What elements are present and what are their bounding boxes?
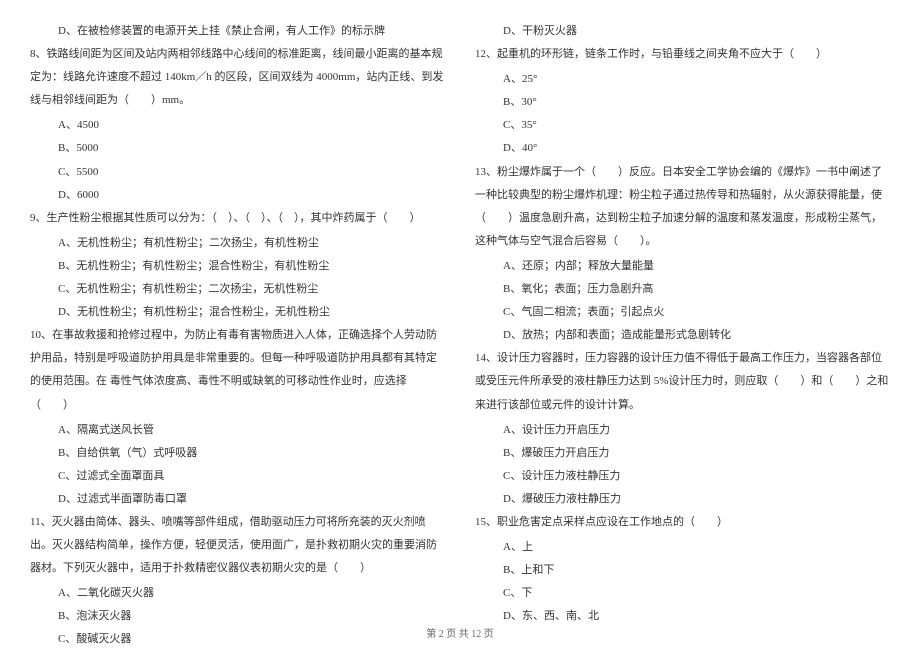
q8-option-d: D、6000 [30,184,445,207]
q11-option-a: A、二氧化碳灭火器 [30,582,445,605]
question-12: 12、起重机的环形链，链条工作时，与铅垂线之间夹角不应大于（ ） [475,43,890,66]
q10-option-a: A、隔离式送风长管 [30,419,445,442]
q15-option-b: B、上和下 [475,559,890,582]
q8-option-c: C、5500 [30,161,445,184]
question-13: 13、粉尘爆炸属于一个（ ）反应。日本安全工学协会编的《爆炸》一书中阐述了一种比… [475,161,890,253]
q8-option-a: A、4500 [30,114,445,137]
q9-option-b: B、无机性粉尘；有机性粉尘；混合性粉尘，有机性粉尘 [30,255,445,278]
right-column: D、干粉灭火器 12、起重机的环形链，链条工作时，与铅垂线之间夹角不应大于（ ）… [475,20,890,570]
question-9: 9、生产性粉尘根据其性质可以分为：（ ）、（ ）、（ ），其中炸药属于（ ） [30,207,445,230]
q12-option-d: D、40° [475,137,890,160]
q14-option-c: C、设计压力液柱静压力 [475,465,890,488]
q13-option-d: D、放热；内部和表面；造成能量形式急剧转化 [475,324,890,347]
q9-option-d: D、无机性粉尘；有机性粉尘；混合性粉尘，无机性粉尘 [30,301,445,324]
q13-option-a: A、还原；内部；释放大量能量 [475,255,890,278]
q14-option-b: B、爆破压力开启压力 [475,442,890,465]
q12-option-a: A、25° [475,68,890,91]
q12-option-b: B、30° [475,91,890,114]
q9-option-c: C、无机性粉尘；有机性粉尘；二次扬尘，无机性粉尘 [30,278,445,301]
q14-option-a: A、设计压力开启压力 [475,419,890,442]
question-8: 8、铁路线间距为区间及站内两相邻线路中心线间的标准距离，线间最小距离的基本规定为… [30,43,445,112]
page-footer: 第 2 页 共 12 页 [0,625,920,640]
left-column: D、在被检修装置的电源开关上挂《禁止合闸，有人工作》的标示牌 8、铁路线间距为区… [30,20,445,570]
q13-option-b: B、氧化；表面；压力急剧升高 [475,278,890,301]
q14-option-d: D、爆破压力液柱静压力 [475,488,890,511]
q7-option-d: D、在被检修装置的电源开关上挂《禁止合闸，有人工作》的标示牌 [30,20,445,43]
q15-option-a: A、上 [475,536,890,559]
question-10: 10、在事故救援和抢修过程中，为防止有毒有害物质进入人体，正确选择个人劳动防护用… [30,324,445,416]
exam-page: D、在被检修装置的电源开关上挂《禁止合闸，有人工作》的标示牌 8、铁路线间距为区… [0,0,920,610]
q10-option-b: B、自给供氧（气）式呼吸器 [30,442,445,465]
q11-option-d: D、干粉灭火器 [475,20,890,43]
q10-option-c: C、过滤式全面罩面具 [30,465,445,488]
q8-option-b: B、5000 [30,137,445,160]
question-14: 14、设计压力容器时，压力容器的设计压力值不得低于最高工作压力，当容器各部位或受… [475,347,890,416]
question-15: 15、职业危害定点采样点应设在工作地点的（ ） [475,511,890,534]
q13-option-c: C、气固二相流；表面；引起点火 [475,301,890,324]
q15-option-c: C、下 [475,582,890,605]
question-11: 11、灭火器由简体、器头、喷嘴等部件组成，借助驱动压力可将所充装的灭火剂喷出。灭… [30,511,445,580]
q12-option-c: C、35° [475,114,890,137]
q10-option-d: D、过滤式半面罩防毒口罩 [30,488,445,511]
q9-option-a: A、无机性粉尘；有机性粉尘；二次扬尘，有机性粉尘 [30,232,445,255]
